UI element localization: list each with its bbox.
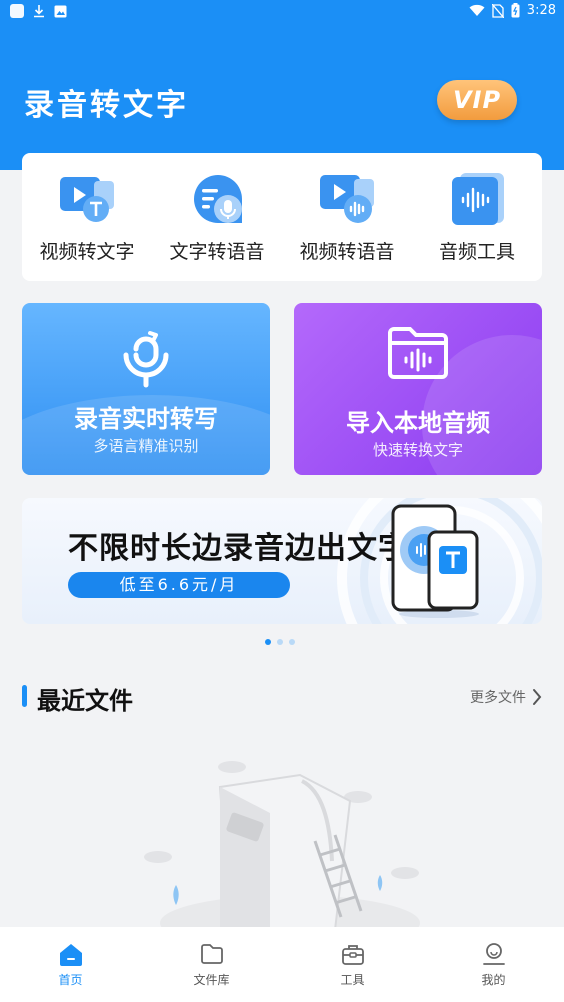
notification-icon [10,4,24,18]
feature-label: 文字转语音 [169,241,265,263]
promo-banner[interactable]: 不限时长边录音边出文字 低至6.6元/月 [22,498,542,624]
profile-icon [483,943,505,965]
feature-text-to-speech[interactable]: 文字转语音 [152,153,282,281]
text-to-speech-icon [194,175,242,223]
banner-pagination [265,639,295,645]
feature-label: 视频转语音 [299,241,395,263]
video-to-audio-icon [320,175,374,223]
more-files-link[interactable]: 更多文件 [470,687,542,707]
image-icon [54,5,67,18]
audio-folder-icon [388,327,448,379]
pagination-dot[interactable] [265,639,271,645]
no-sim-icon [491,3,504,18]
toolbox-icon [342,945,364,965]
home-icon [60,944,82,966]
app-header: 3:28 录音转文字 VIP [0,0,564,170]
banner-price: 低至6.6元/月 [68,572,290,598]
import-audio-card[interactable]: 导入本地音频 快速转换文字 [294,303,542,475]
import-card-title: 导入本地音频 [346,409,490,437]
pagination-dot[interactable] [277,639,283,645]
empty-state-illustration [144,761,420,930]
nav-home[interactable]: 首页 [0,927,141,1002]
feature-video-to-audio[interactable]: 视频转语音 [282,153,412,281]
folder-icon [201,944,223,964]
audio-tools-icon [452,173,504,225]
nav-label: 工具 [340,973,365,987]
nav-label: 首页 [58,973,83,987]
nav-file-library[interactable]: 文件库 [141,927,282,1002]
feature-audio-tools[interactable]: 音频工具 [412,153,542,281]
status-bar: 3:28 [0,0,564,24]
section-accent-bar [22,685,27,707]
record-realtime-card[interactable]: 录音实时转写 多语言精准识别 [22,303,270,475]
feature-label: 视频转文字 [39,241,135,263]
nav-profile[interactable]: 我的 [423,927,564,1002]
video-to-text-icon [60,177,114,222]
feature-shortcuts: 视频转文字 文字转语音 视频转语音 音频工具 [22,153,542,281]
app-title: 录音转文字 [24,88,189,123]
microphone-icon [123,331,169,388]
nav-label: 我的 [481,973,506,987]
status-time: 3:28 [526,3,556,18]
bottom-navigation: 首页 文件库 工具 我的 [0,927,564,1002]
nav-tools[interactable]: 工具 [282,927,423,1002]
import-card-subtitle: 快速转换文字 [372,441,463,459]
banner-title: 不限时长边录音边出文字 [68,531,409,566]
feature-video-to-text[interactable]: 视频转文字 [22,153,152,281]
battery-icon [511,3,520,18]
record-card-title: 录音实时转写 [74,405,218,433]
chevron-right-icon [533,689,542,705]
record-card-subtitle: 多语言精准识别 [93,437,199,455]
wifi-icon [469,4,485,16]
feature-label: 音频工具 [438,241,515,263]
vip-button[interactable]: VIP [437,80,517,120]
nav-label: 文件库 [193,973,230,987]
download-icon [32,4,46,18]
phones-illustration [391,504,479,618]
more-files-label: 更多文件 [470,690,526,706]
pagination-dot[interactable] [289,639,295,645]
recent-files-title: 最近文件 [37,687,133,715]
